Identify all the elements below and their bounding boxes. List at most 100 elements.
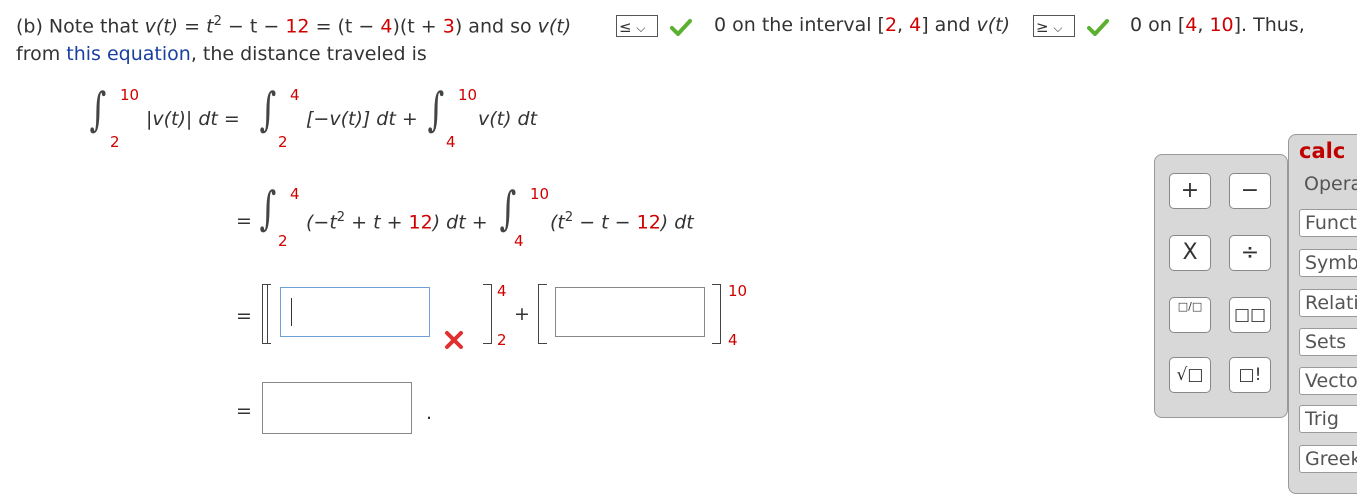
equals: = bbox=[236, 305, 252, 327]
lower-limit: 2 bbox=[278, 232, 288, 250]
tab-operations[interactable]: Opera bbox=[1304, 173, 1357, 195]
chevron-down-icon: ⌵ bbox=[636, 21, 646, 35]
thus-text: ]. Thus, bbox=[1233, 14, 1305, 36]
upper-limit: 4 bbox=[290, 86, 300, 104]
check-icon bbox=[1087, 19, 1109, 36]
equals: = bbox=[236, 210, 252, 232]
const-12: 12 bbox=[285, 15, 310, 38]
problem-line-1c: 0 on [4, 10]. Thus, bbox=[1130, 14, 1305, 36]
const-12: 12 bbox=[636, 211, 661, 234]
integrand: v(t) dt bbox=[478, 108, 538, 130]
sqrt-button[interactable]: √□ bbox=[1169, 357, 1211, 393]
tab-trig[interactable]: Trig bbox=[1299, 405, 1357, 433]
lower-limit: 4 bbox=[728, 331, 738, 349]
chevron-down-icon: ⌵ bbox=[1053, 21, 1063, 35]
const-3: 3 bbox=[442, 15, 455, 38]
v-of-t: v(t) bbox=[976, 14, 1011, 36]
factor-mid: )(t + bbox=[392, 15, 437, 38]
fraction-button[interactable]: □/□ bbox=[1169, 297, 1211, 333]
sidebar-title: calc bbox=[1299, 139, 1346, 163]
v-of-t: v(t) bbox=[537, 15, 572, 38]
problem-line-1b: 0 on the interval [2, 4] and v(t) bbox=[714, 14, 1010, 36]
and-text: ] and bbox=[921, 14, 971, 36]
dropdown-value: ≥ bbox=[1036, 18, 1049, 36]
upper-limit: 4 bbox=[497, 282, 507, 300]
comma: , bbox=[1197, 14, 1210, 36]
exponent: 2 bbox=[213, 14, 222, 29]
plus-button[interactable]: + bbox=[1169, 173, 1211, 209]
fraction-icon: □/□ bbox=[1177, 300, 1203, 313]
integrand-1: (−t2 + t + 12) dt + bbox=[306, 210, 488, 233]
integral-sign: ∫ bbox=[259, 82, 277, 136]
term: + t + bbox=[345, 211, 409, 234]
answer-input-2[interactable] bbox=[555, 287, 705, 337]
integrand: |v(t)| dt = bbox=[146, 108, 240, 130]
tab-symbols[interactable]: Symbo bbox=[1299, 249, 1357, 277]
lower-limit: 2 bbox=[278, 133, 288, 151]
tab-sets[interactable]: Sets bbox=[1299, 328, 1357, 356]
right-bracket bbox=[483, 284, 492, 344]
t-var: t bbox=[206, 15, 214, 38]
answer-input-3[interactable] bbox=[262, 382, 412, 434]
exponent: 2 bbox=[564, 210, 574, 225]
factor-part: = (t − bbox=[315, 15, 375, 38]
comma: , bbox=[897, 14, 910, 36]
term: ) dt bbox=[660, 211, 694, 234]
interval-c: 4 bbox=[1185, 14, 1198, 36]
right-bracket bbox=[712, 284, 721, 344]
interval-text: 0 on [ bbox=[1130, 14, 1186, 36]
tab-functions[interactable]: Functi bbox=[1299, 209, 1357, 237]
integral-sign: ∫ bbox=[427, 82, 445, 136]
upper-limit: 10 bbox=[530, 185, 550, 203]
answer-input-1[interactable] bbox=[280, 287, 430, 337]
integrand: [−v(t)] dt + bbox=[306, 108, 418, 130]
inequality-dropdown-2[interactable]: ≥ ⌵ bbox=[1033, 15, 1075, 37]
upper-limit: 10 bbox=[120, 86, 140, 104]
factorial-button[interactable]: □! bbox=[1229, 357, 1271, 393]
v-of-t: v(t) bbox=[144, 15, 179, 38]
period: . bbox=[426, 402, 433, 424]
integral-sign: ∫ bbox=[259, 181, 277, 235]
from-text: from bbox=[16, 43, 61, 65]
calc-sidebar: calc Opera Functi Symbo Relatio Sets Vec… bbox=[1288, 134, 1357, 494]
tab-greek[interactable]: Greek bbox=[1299, 445, 1357, 473]
inequality-dropdown-1[interactable]: ≤ ⌵ bbox=[616, 15, 658, 37]
lower-limit: 2 bbox=[110, 133, 120, 151]
rest-text: , the distance traveled is bbox=[190, 43, 427, 65]
times-button[interactable]: X bbox=[1169, 235, 1211, 271]
left-bracket-inner bbox=[267, 284, 276, 344]
const-12: 12 bbox=[408, 211, 433, 234]
upper-limit: 10 bbox=[728, 282, 748, 300]
tab-vector[interactable]: Vector bbox=[1299, 367, 1357, 395]
const-4: 4 bbox=[380, 15, 393, 38]
upper-limit: 4 bbox=[290, 185, 300, 203]
minus-t: − t − bbox=[227, 15, 280, 38]
upper-limit: 10 bbox=[458, 86, 478, 104]
check-icon bbox=[670, 19, 692, 36]
part-label: (b) Note that bbox=[16, 15, 139, 38]
and-so-text: ) and so bbox=[454, 15, 532, 38]
minus-button[interactable]: − bbox=[1229, 173, 1271, 209]
exponent: 2 bbox=[336, 210, 346, 225]
tab-relations[interactable]: Relatio bbox=[1299, 289, 1357, 317]
lower-limit: 4 bbox=[514, 232, 524, 250]
term: (−t bbox=[306, 211, 337, 234]
math-palette: + − X ÷ □/□ □□ √□ □! bbox=[1154, 154, 1288, 418]
lower-limit: 4 bbox=[446, 133, 456, 151]
problem-line-1: (b) Note that v(t) = t2 − t − 12 = (t − … bbox=[16, 14, 571, 37]
term: ) dt + bbox=[432, 211, 488, 234]
exponent-button[interactable]: □□ bbox=[1229, 297, 1271, 333]
integrand-2: (t2 − t − 12) dt bbox=[550, 210, 694, 233]
dropdown-value: ≤ bbox=[619, 18, 632, 36]
equals: = bbox=[236, 400, 252, 422]
divide-button[interactable]: ÷ bbox=[1229, 235, 1271, 271]
equals: = bbox=[184, 15, 201, 38]
interval-b: 4 bbox=[909, 14, 922, 36]
x-mark-icon bbox=[445, 331, 463, 349]
integral-sign: ∫ bbox=[89, 82, 107, 136]
integral-sign: ∫ bbox=[499, 181, 517, 235]
term: − t − bbox=[573, 211, 637, 234]
interval-a: 2 bbox=[884, 14, 898, 36]
interval-d: 10 bbox=[1209, 14, 1234, 36]
equation-link[interactable]: this equation bbox=[66, 43, 191, 65]
